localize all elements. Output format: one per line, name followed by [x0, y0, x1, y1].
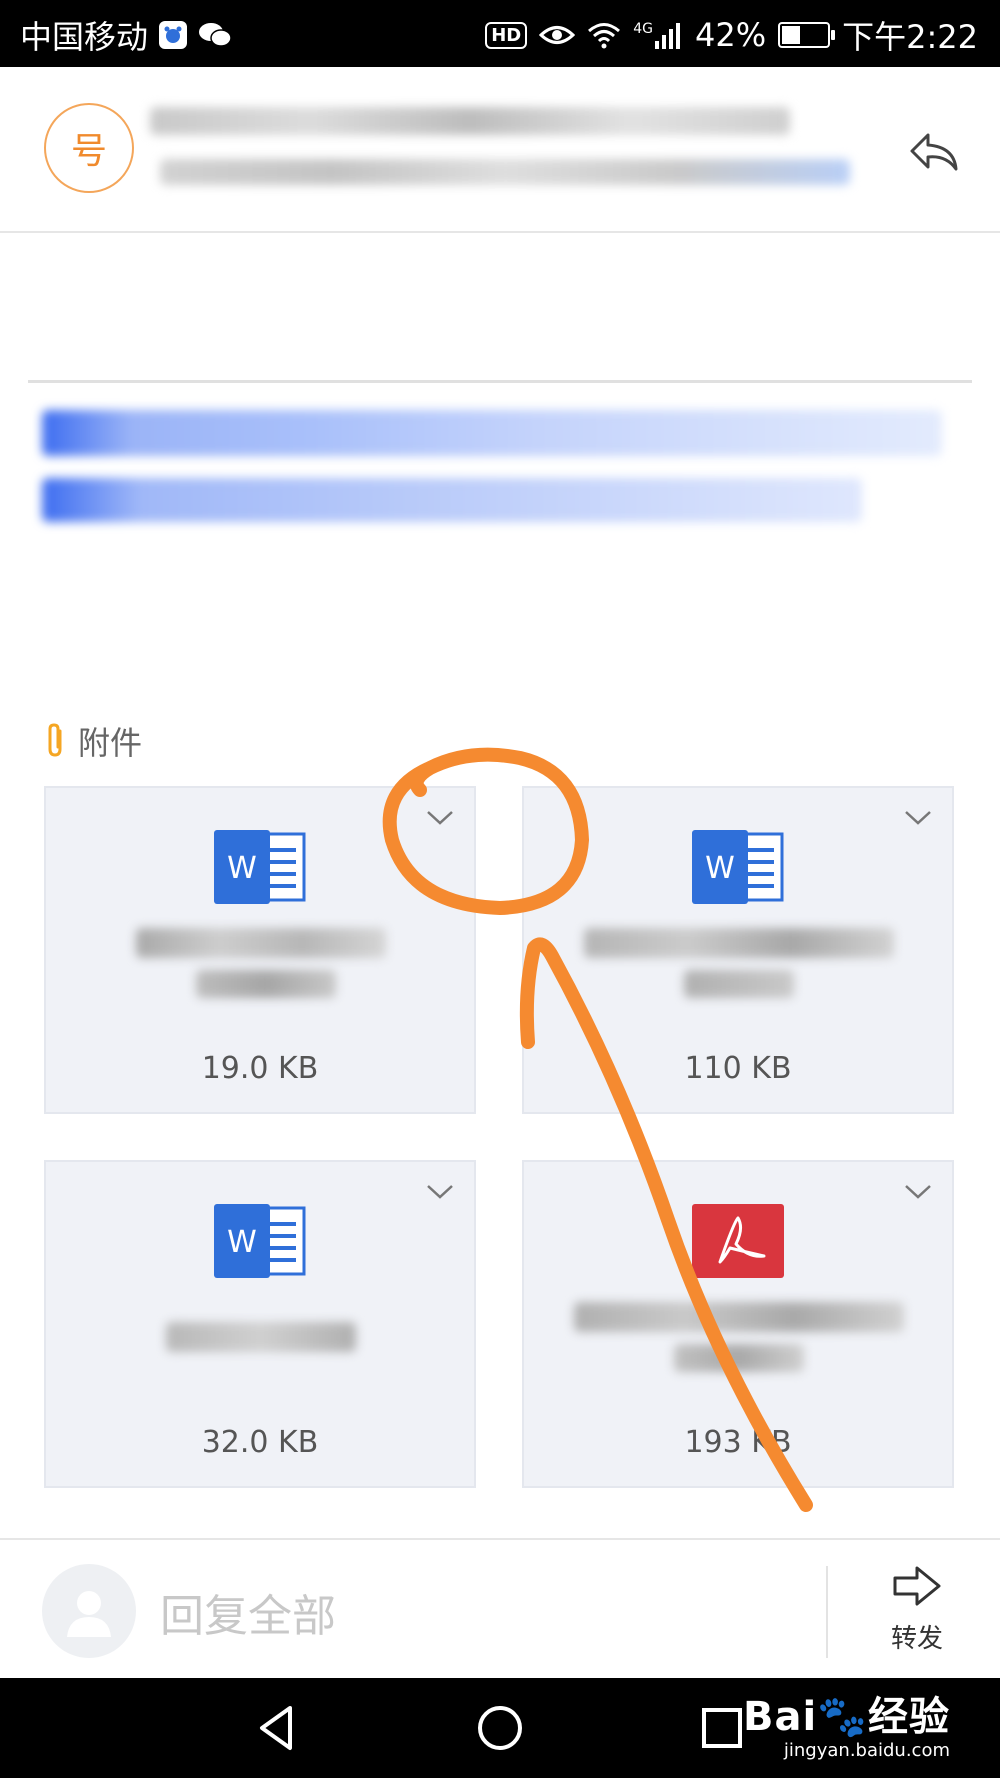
recents-nav-icon[interactable] [694, 1700, 750, 1756]
attachments-title: 附件 [78, 724, 143, 762]
content-divider [28, 380, 972, 383]
chevron-down-icon[interactable] [426, 1182, 454, 1202]
file-name-blurred-2 [684, 970, 794, 998]
word-file-icon: W [214, 830, 306, 904]
baidu-watermark: Bai🐾经验 jingyan.baidu.com [743, 1684, 950, 1761]
svg-text:W: W [227, 1225, 257, 1260]
chevron-down-icon[interactable] [904, 1182, 932, 1202]
paperclip-icon [48, 723, 62, 757]
attachment-card[interactable]: W 19.0 KB [44, 786, 476, 1114]
clock: 下午2:22 [842, 18, 978, 56]
user-avatar [42, 1564, 136, 1658]
battery-icon [778, 22, 836, 48]
signal-icon: 4G [633, 21, 683, 49]
system-nav-bar: Bai🐾经验 jingyan.baidu.com [0, 1678, 1000, 1778]
file-name-blurred [574, 1302, 904, 1332]
watermark-brand: Bai [742, 1694, 818, 1740]
word-file-icon: W [214, 1204, 306, 1278]
svg-text:W: W [227, 851, 257, 886]
chevron-down-icon[interactable] [904, 808, 932, 828]
file-name-blurred-2 [674, 1344, 804, 1372]
file-name-blurred [166, 1322, 356, 1352]
back-nav-icon[interactable] [250, 1700, 306, 1756]
word-file-icon: W [692, 830, 784, 904]
pdf-file-icon [692, 1204, 784, 1278]
sender-avatar[interactable]: 号 [44, 103, 134, 193]
attachments-header: 附件 [44, 718, 142, 764]
battery-percent: 42% [695, 16, 767, 54]
sender-address-blurred [160, 159, 850, 185]
reply-bar-separator [826, 1566, 828, 1658]
baidu-app-icon [158, 20, 188, 50]
sender-name-blurred [150, 107, 790, 135]
wifi-icon [587, 21, 621, 49]
wechat-icon [198, 21, 232, 49]
chevron-down-icon[interactable] [426, 808, 454, 828]
file-size: 32.0 KB [201, 1425, 319, 1460]
forward-button[interactable]: 转发 [862, 1564, 972, 1664]
watermark-brand-suffix: 经验 [868, 1694, 950, 1740]
carrier-label: 中国移动 [20, 18, 149, 56]
svg-text:W: W [705, 851, 735, 886]
watermark-url: jingyan.baidu.com [783, 1740, 950, 1761]
eye-icon [539, 22, 576, 48]
home-nav-icon[interactable] [472, 1700, 528, 1756]
paw-icon: 🐾 [817, 1694, 868, 1740]
attachment-card[interactable]: 193 KB [522, 1160, 954, 1488]
promo-link-blurred[interactable] [42, 410, 942, 456]
reply-bar: 回复全部 转发 [0, 1538, 1000, 1680]
attachment-card[interactable]: W 110 KB [522, 786, 954, 1114]
file-name-blurred-2 [196, 970, 336, 998]
file-name-blurred [584, 928, 894, 958]
file-size: 110 KB [684, 1051, 792, 1086]
network-type-label: 4G [633, 21, 653, 37]
forward-label: 转发 [890, 1624, 943, 1654]
hd-icon: HD [485, 21, 528, 49]
promo-link-blurred-2[interactable] [42, 478, 862, 522]
file-size: 19.0 KB [201, 1051, 319, 1086]
user-icon [67, 1591, 111, 1637]
status-bar: 中国移动 HD 4G 42% 下午2:22 [0, 0, 1000, 67]
attachment-card[interactable]: W 32.0 KB [44, 1160, 476, 1488]
forward-icon [893, 1566, 941, 1606]
file-name-blurred [136, 928, 386, 958]
reply-icon[interactable] [906, 125, 962, 181]
file-size: 193 KB [684, 1425, 792, 1460]
reply-all-input[interactable]: 回复全部 [160, 1580, 336, 1644]
mail-header: 号 [0, 67, 1000, 233]
